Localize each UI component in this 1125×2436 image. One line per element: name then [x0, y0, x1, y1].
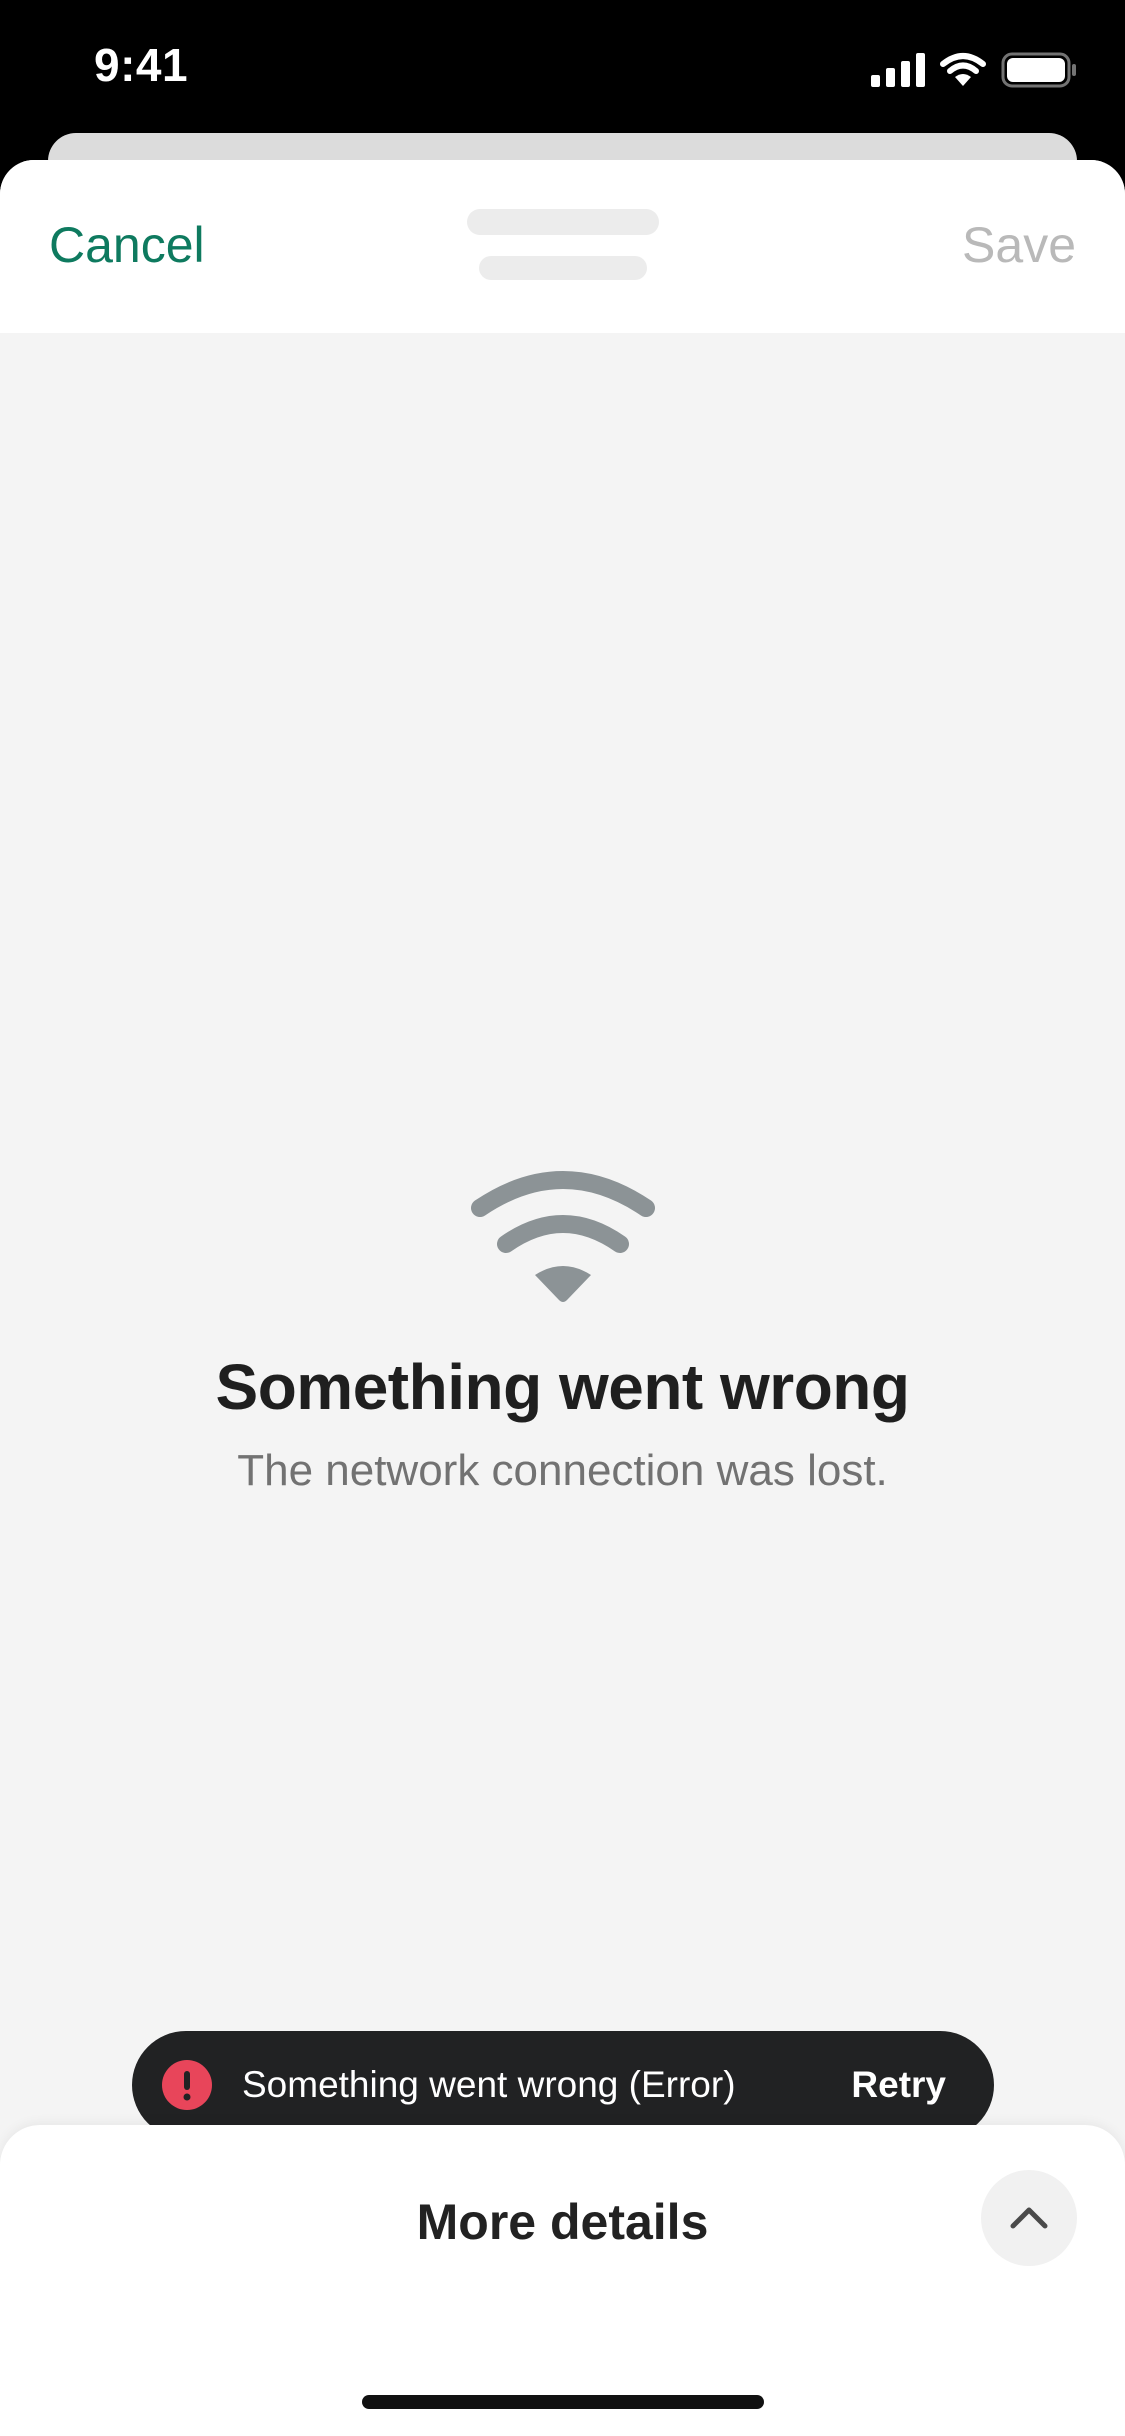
drawer-title: More details	[416, 2194, 709, 2250]
alert-exclamation-icon	[162, 2060, 212, 2110]
home-indicator	[362, 2395, 764, 2409]
error-subtitle: The network connection was lost.	[237, 1446, 888, 1495]
more-details-drawer[interactable]: More details	[0, 2125, 1125, 2436]
error-title: Something went wrong	[215, 1351, 910, 1423]
status-bar: 9:41	[0, 0, 1125, 135]
status-time: 9:41	[94, 39, 189, 91]
wifi-icon	[470, 1171, 655, 1302]
save-button[interactable]: Save	[962, 216, 1076, 274]
cellular-signal-icon	[871, 53, 925, 87]
subtitle-placeholder-line	[479, 256, 647, 280]
expand-drawer-button[interactable]	[981, 2170, 1077, 2266]
error-toast: Something went wrong (Error) Retry	[132, 2031, 994, 2139]
chevron-up-icon	[1010, 2207, 1048, 2229]
status-icons	[871, 48, 1077, 92]
nav-bar: Cancel Save	[0, 160, 1125, 333]
error-state: Something went wrong The network connect…	[0, 1170, 1125, 1496]
title-placeholder-line	[467, 209, 659, 235]
toast-message: Something went wrong (Error)	[242, 2064, 736, 2105]
battery-icon	[1001, 52, 1076, 88]
retry-button[interactable]: Retry	[843, 2064, 954, 2106]
cancel-button[interactable]: Cancel	[49, 216, 205, 274]
wifi-status-icon	[940, 53, 986, 86]
